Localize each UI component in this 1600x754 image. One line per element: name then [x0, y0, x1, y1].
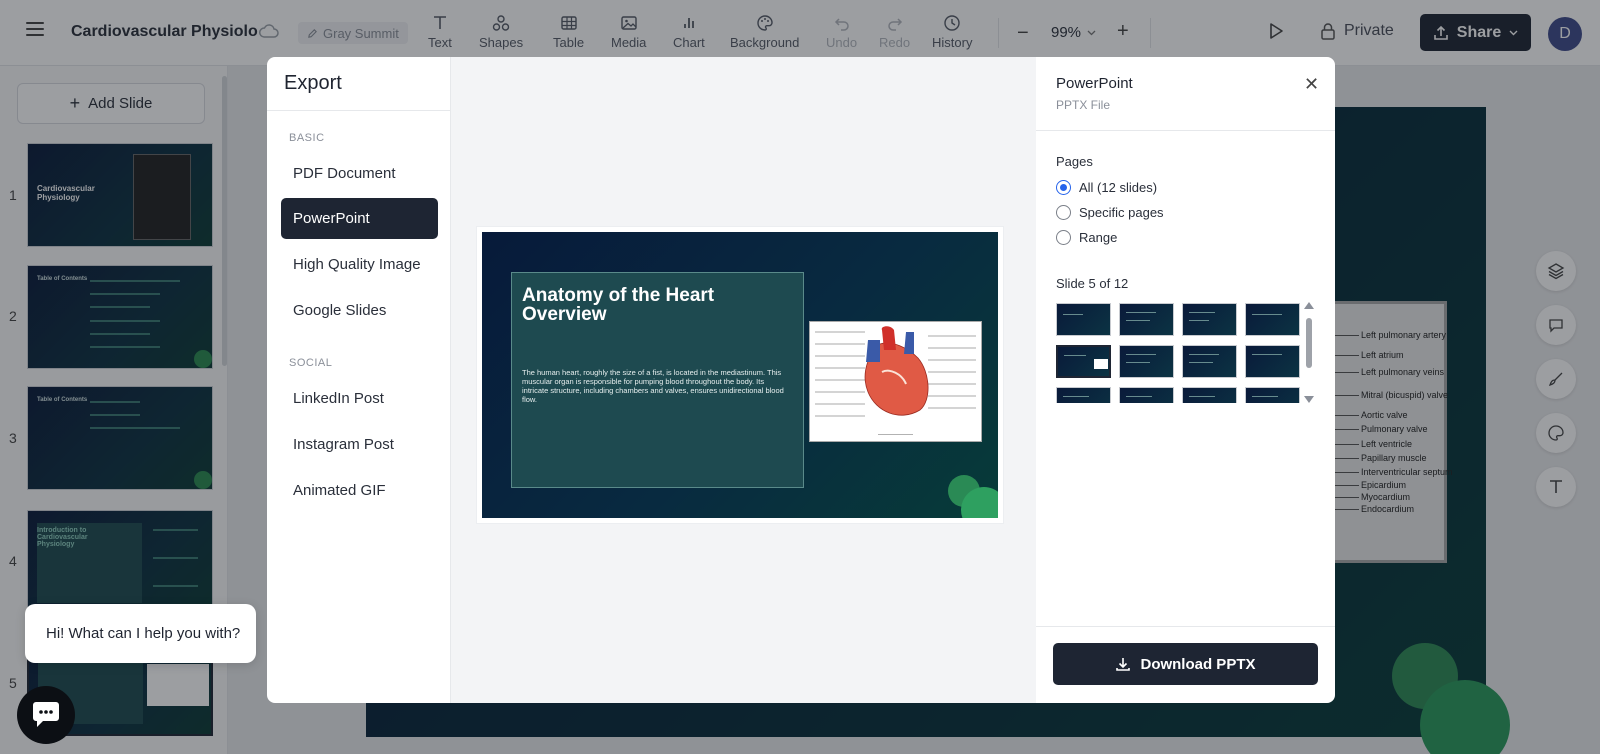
slide-picker-thumb[interactable]	[1119, 303, 1174, 336]
export-dialog: Export BASIC PDF Document PowerPoint Hig…	[267, 57, 1335, 703]
radio-label: Specific pages	[1079, 205, 1164, 220]
section-label-basic: BASIC	[289, 132, 325, 144]
section-label-social: SOCIAL	[289, 357, 333, 369]
preview-frame: Anatomy of the Heart Overview The human …	[477, 227, 1003, 523]
radio-label: All (12 slides)	[1079, 180, 1158, 195]
slide-picker-thumb[interactable]	[1182, 387, 1237, 403]
preview-heart-image: ———————	[809, 321, 982, 442]
format-powerpoint[interactable]: PowerPoint	[281, 198, 438, 239]
export-preview-area: Anatomy of the Heart Overview The human …	[451, 57, 1036, 703]
dialog-title: Export	[284, 72, 342, 94]
radio-button[interactable]	[1056, 205, 1071, 220]
format-google-slides[interactable]: Google Slides	[281, 290, 438, 331]
chat-launcher-button[interactable]	[17, 686, 75, 744]
radio-button[interactable]	[1056, 230, 1071, 245]
radio-button[interactable]	[1056, 180, 1071, 195]
download-icon	[1116, 658, 1131, 671]
slide-picker-thumb[interactable]	[1245, 387, 1300, 403]
radio-all-slides[interactable]: All (12 slides)	[1056, 180, 1157, 195]
preview-slide-body: The human heart, roughly the size of a f…	[522, 368, 784, 404]
slide-picker-thumb[interactable]	[1245, 303, 1300, 336]
format-title: PowerPoint	[1056, 75, 1133, 92]
divider	[1036, 130, 1335, 131]
radio-specific-pages[interactable]: Specific pages	[1056, 205, 1164, 220]
radio-range[interactable]: Range	[1056, 230, 1117, 245]
slide-picker-thumb[interactable]	[1182, 345, 1237, 378]
slide-picker-thumb[interactable]	[1182, 303, 1237, 336]
slide-picker-thumb[interactable]	[1119, 387, 1174, 403]
format-linkedin[interactable]: LinkedIn Post	[281, 378, 438, 419]
divider	[1036, 626, 1335, 627]
chat-greeting-bubble[interactable]: Hi! What can I help you with?	[25, 604, 256, 663]
slide-picker-thumb[interactable]	[1119, 345, 1174, 378]
slide-picker-grid	[1056, 303, 1301, 403]
slide-picker-scrollbar[interactable]	[1306, 318, 1312, 368]
preview-slide-title: Anatomy of the Heart Overview	[522, 285, 715, 325]
slide-picker-thumb[interactable]	[1056, 303, 1111, 336]
slide-picker-thumb[interactable]	[1056, 387, 1111, 403]
scroll-up-arrow[interactable]	[1304, 302, 1314, 309]
format-gif[interactable]: Animated GIF	[281, 470, 438, 511]
preview-text-box: Anatomy of the Heart Overview The human …	[511, 272, 804, 488]
scroll-down-arrow[interactable]	[1304, 396, 1314, 403]
chat-greeting-text: Hi! What can I help you with?	[46, 625, 241, 642]
format-image[interactable]: High Quality Image	[281, 244, 438, 285]
download-label: Download PPTX	[1140, 655, 1256, 673]
heart-illustration	[815, 326, 976, 417]
chat-icon	[33, 702, 59, 727]
pages-label: Pages	[1056, 154, 1093, 169]
slide-picker-thumb[interactable]	[1245, 345, 1300, 378]
divider	[267, 110, 451, 111]
preview-slide: Anatomy of the Heart Overview The human …	[482, 232, 998, 518]
format-pdf[interactable]: PDF Document	[281, 153, 438, 194]
export-format-list: Export BASIC PDF Document PowerPoint Hig…	[267, 57, 451, 703]
format-subtitle: PPTX File	[1056, 98, 1111, 112]
close-icon[interactable]: ✕	[1304, 74, 1319, 95]
slide-indicator: Slide 5 of 12	[1056, 276, 1129, 291]
download-pptx-button[interactable]: Download PPTX	[1053, 643, 1318, 685]
image-caption-graphic: ———————	[878, 432, 913, 438]
slide-picker-thumb-selected[interactable]	[1056, 345, 1111, 378]
export-options-panel: PowerPoint PPTX File ✕ Pages All (12 sli…	[1036, 57, 1335, 703]
format-instagram[interactable]: Instagram Post	[281, 424, 438, 465]
radio-label: Range	[1079, 230, 1118, 245]
